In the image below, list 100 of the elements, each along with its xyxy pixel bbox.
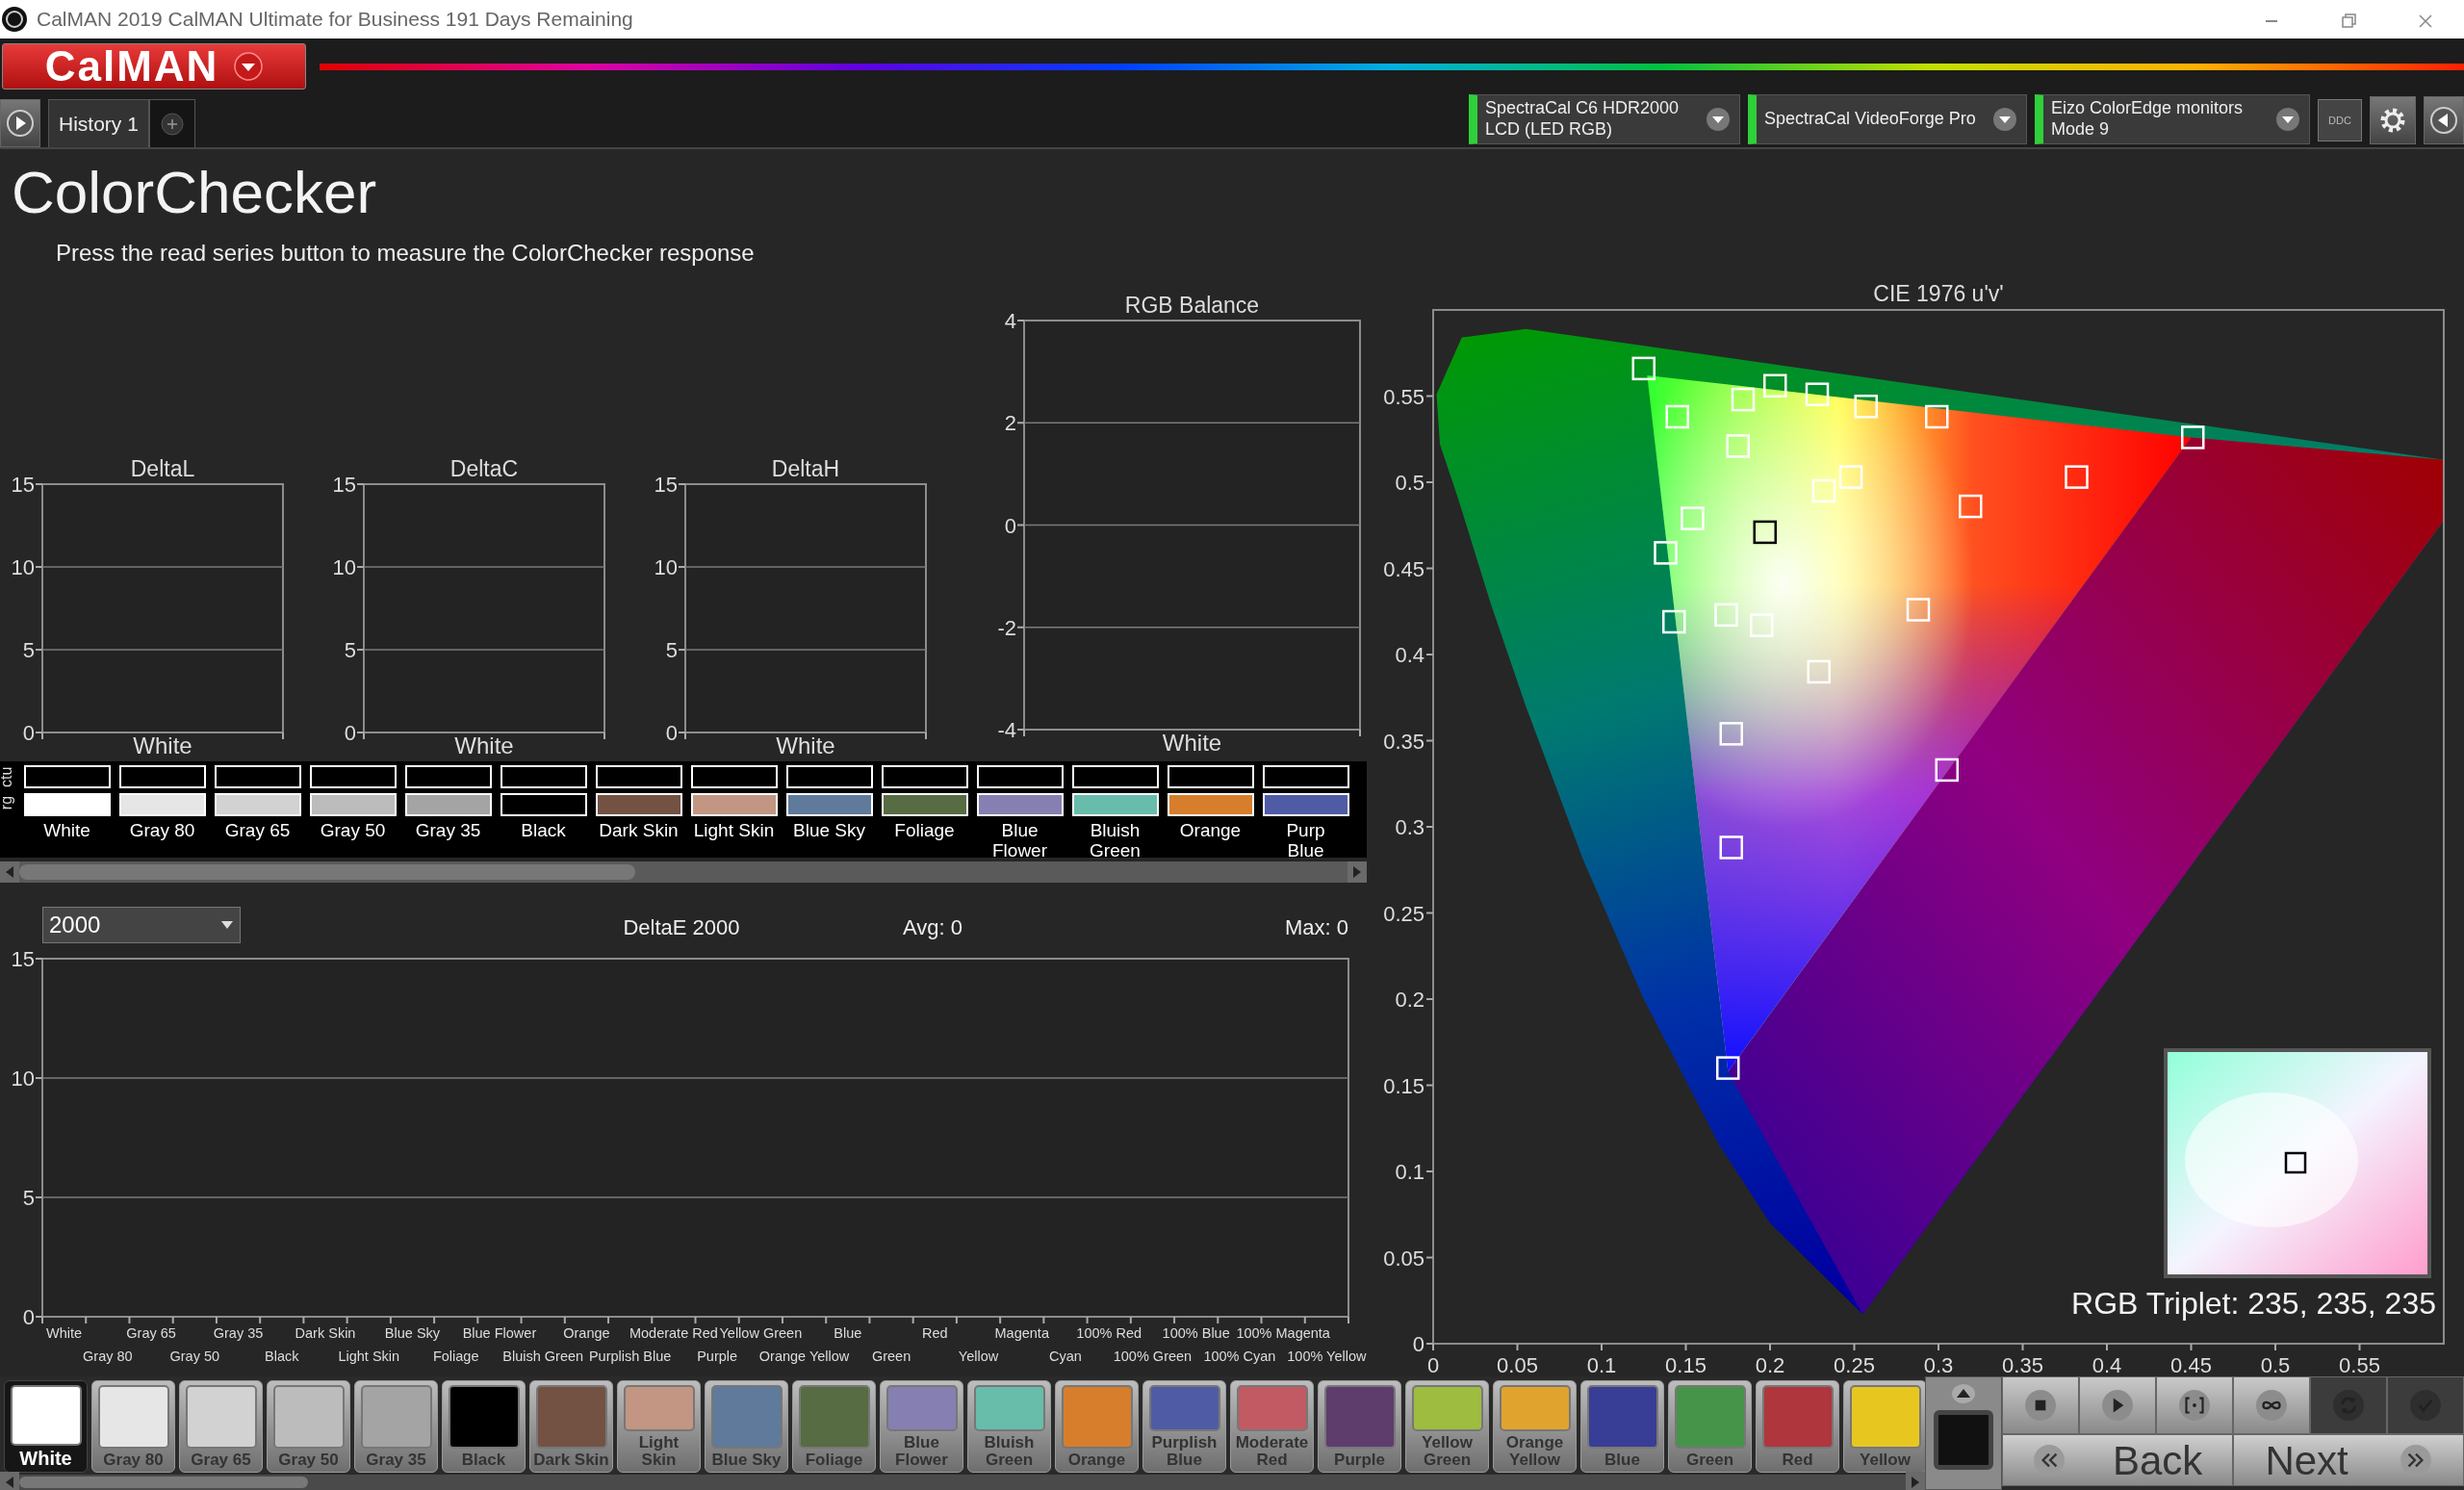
caret-down-icon (220, 920, 234, 930)
data-point (1811, 478, 1836, 503)
chart-title: RGB Balance (1124, 293, 1260, 318)
add-tab-button[interactable] (148, 99, 195, 147)
axis-label: 5 (22, 638, 35, 662)
chart-title: DeltaE 2000 (622, 914, 741, 941)
patch-button[interactable]: Yellow Green (1405, 1380, 1489, 1473)
settings-button[interactable] (2370, 96, 2416, 144)
restore-icon (2339, 11, 2358, 31)
data-point (1959, 494, 1983, 519)
axis-label: 5 (22, 1186, 35, 1210)
caret-down-icon (2274, 106, 2301, 133)
play-button[interactable] (0, 99, 40, 147)
axis-label: 5 (344, 638, 356, 662)
category-label: Green (871, 1349, 911, 1364)
device-dropdown[interactable]: SpectraCal VideoForge Pro (1748, 94, 2027, 144)
axis-label: 15 (654, 473, 678, 497)
patch-button[interactable]: Gray 50 (267, 1380, 350, 1473)
category-label: Orange Yellow (758, 1349, 850, 1364)
data-point (1631, 356, 1656, 381)
patch-button[interactable]: Black (442, 1380, 526, 1473)
patch-button[interactable]: Orange Yellow (1493, 1380, 1577, 1473)
category-label: Gray 65 (126, 1325, 176, 1341)
data-point (1731, 387, 1756, 412)
scroll-left-button[interactable] (0, 861, 19, 883)
category-label: 100% Blue (1162, 1325, 1230, 1341)
patch-button[interactable]: Green (1668, 1380, 1752, 1473)
patch-label: Black (520, 821, 567, 841)
scroll-right-button[interactable] (1348, 861, 1367, 883)
patch-label: Blue Sky (792, 821, 866, 841)
scrollbar-thumb[interactable] (19, 864, 635, 880)
patch-button[interactable]: Yellow (1843, 1380, 1927, 1473)
next-button[interactable]: Next (2233, 1434, 2464, 1486)
patch-button[interactable]: Moderate Red (1230, 1380, 1314, 1473)
axis-label: 15 (332, 473, 356, 497)
category-label: Orange (563, 1325, 610, 1341)
patch-label: Gray 35 (414, 821, 482, 841)
data-point (1654, 541, 1678, 565)
minimize-icon (2266, 19, 2277, 22)
category-label: 100% Yellow (1287, 1349, 1367, 1364)
scrollbar-thumb[interactable] (19, 1477, 308, 1488)
patch-button[interactable]: Blue Sky (705, 1380, 788, 1473)
caret-down-icon (234, 52, 264, 81)
range-icon (2178, 1389, 2211, 1422)
patch-button[interactable]: Blue Flower (880, 1380, 963, 1473)
patch-button[interactable]: Foliage (792, 1380, 876, 1473)
patch-label: Gray 80 (128, 821, 196, 841)
category-label: White (776, 732, 835, 756)
loop-button[interactable] (2233, 1376, 2310, 1434)
scroll-right-button[interactable] (1906, 1472, 1925, 1490)
patch-button[interactable]: Dark Skin (529, 1380, 613, 1473)
refresh-icon (2332, 1389, 2365, 1422)
patch-button[interactable]: Purplish Blue (1142, 1380, 1226, 1473)
caret-left-icon (4, 865, 15, 879)
patch-button[interactable]: Blue (1580, 1380, 1664, 1473)
device-dropdown[interactable]: Eizo ColorEdge monitors Mode 9 (2035, 94, 2310, 144)
ddc-button[interactable]: DDC (2318, 99, 2362, 141)
loop-icon (2255, 1389, 2288, 1422)
formula-dropdown[interactable]: 2000 (42, 907, 241, 943)
category-label: Gray 80 (83, 1349, 133, 1364)
category-label: White (1162, 730, 1222, 756)
back-button[interactable]: Back (2002, 1434, 2233, 1486)
patch-button[interactable]: Red (1756, 1380, 1839, 1473)
patch-button[interactable]: Gray 65 (179, 1380, 263, 1473)
device-dropdown[interactable]: SpectraCal C6 HDR2000 LCD (LED RGB) (1469, 94, 1740, 144)
patch-button[interactable]: Bluish Green (967, 1380, 1051, 1473)
axis-label: 0.05 (1497, 1353, 1538, 1376)
patch-button[interactable]: White (4, 1380, 88, 1473)
patch-label: Gray 65 (223, 821, 292, 841)
data-point (1753, 520, 1777, 545)
history-tab[interactable]: History 1 (48, 99, 149, 147)
patch-button[interactable]: Orange (1055, 1380, 1139, 1473)
collapse-button[interactable] (2424, 96, 2464, 144)
stop-button[interactable] (2002, 1376, 2079, 1434)
category-label: Purplish Blue (588, 1349, 672, 1364)
data-point (1719, 835, 1743, 860)
axis-label: 0.05 (1383, 1246, 1424, 1271)
axis-label: 0.5 (1395, 471, 1424, 495)
check-icon (2409, 1389, 2442, 1422)
caret-down-icon (1991, 106, 2018, 133)
patch-button[interactable]: Gray 80 (91, 1380, 175, 1473)
axis-label: 0 (1004, 513, 1016, 538)
patch-button[interactable]: Gray 35 (354, 1380, 438, 1473)
patch-label: Orange (1178, 821, 1243, 841)
window-title: CalMAN 2019 CalMAN Ultimate for Business 191 Days Remaining (37, 7, 634, 33)
data-point (1763, 373, 1787, 398)
axis-label: 0.35 (1383, 729, 1424, 754)
axis-label: 0.15 (1383, 1073, 1424, 1098)
data-point (1838, 465, 1863, 489)
category-label: Purple (697, 1349, 738, 1364)
category-label: Blue Flower (462, 1325, 537, 1341)
app-menu-button[interactable]: CalMAN (2, 43, 306, 90)
category-label: Magenta (994, 1325, 1049, 1341)
axis-label: 0.4 (2092, 1353, 2122, 1376)
patch-button[interactable]: Purple (1318, 1380, 1401, 1473)
scroll-left-button[interactable] (0, 1472, 19, 1490)
axis-label: -4 (997, 718, 1016, 742)
patch-button[interactable]: Light Skin (617, 1380, 701, 1473)
range-button[interactable] (2156, 1376, 2233, 1434)
data-point (1665, 404, 1689, 429)
